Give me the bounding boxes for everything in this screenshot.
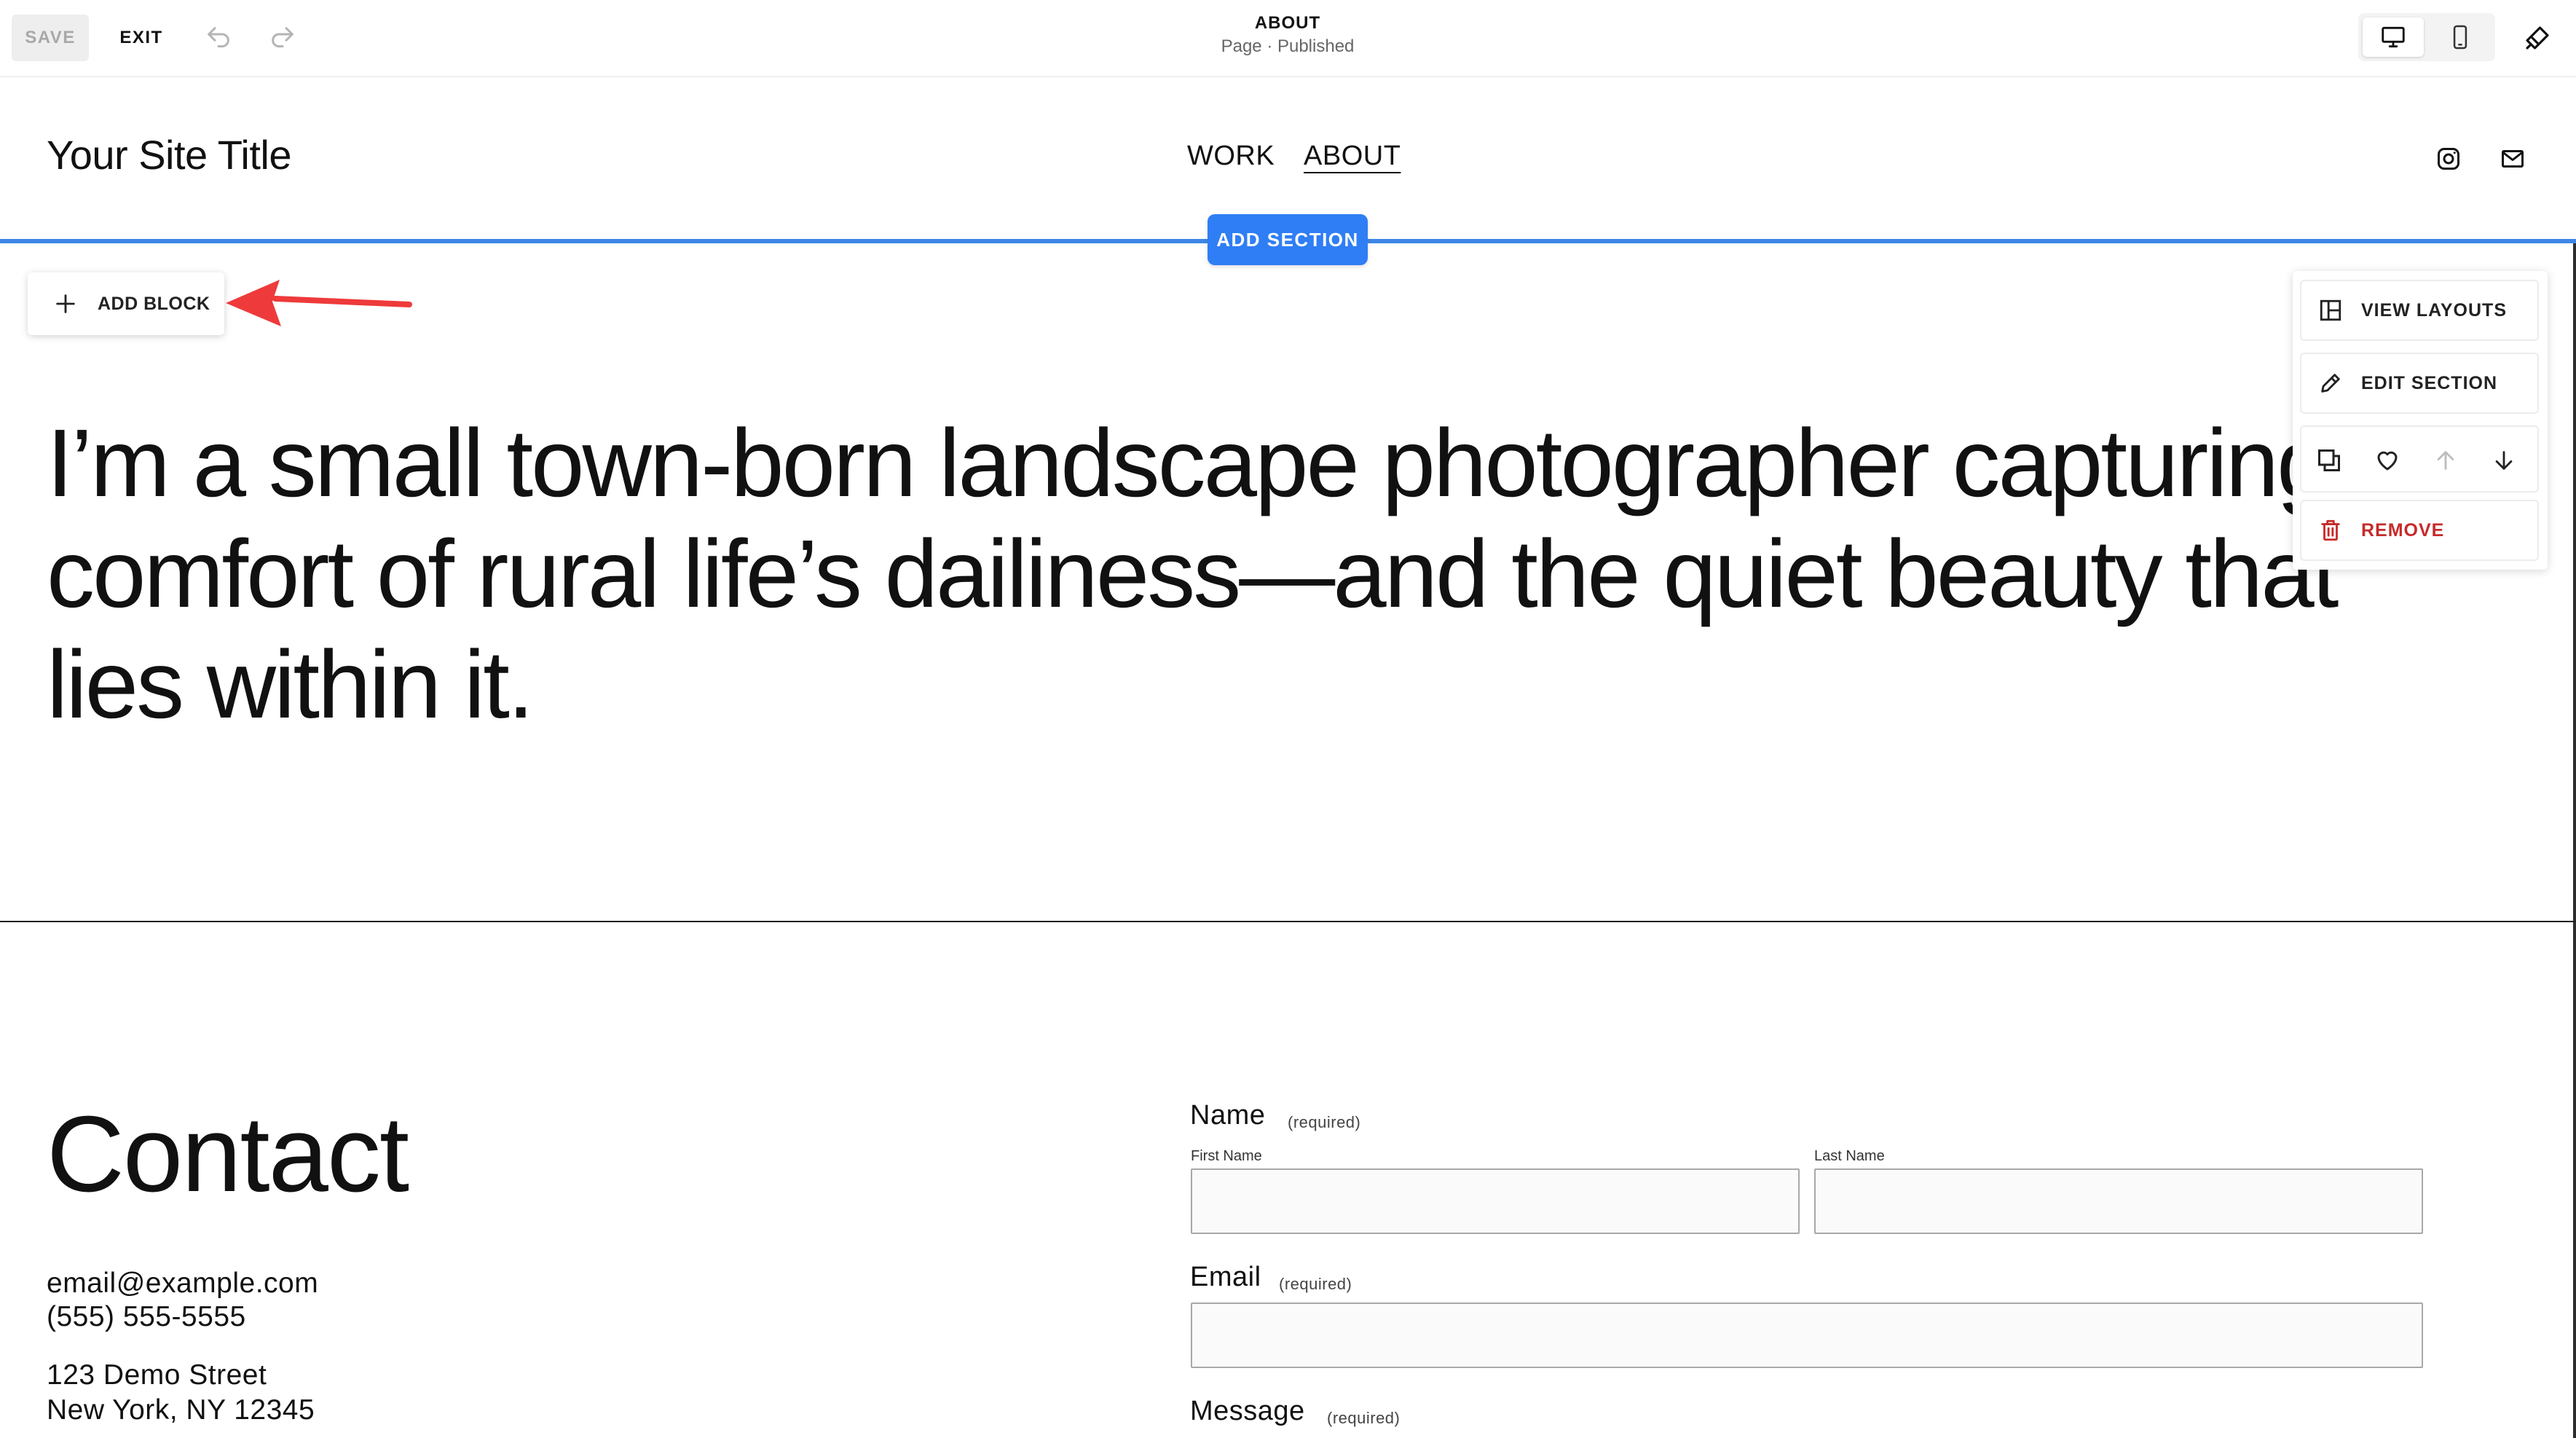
contact-city[interactable]: New York, NY 12345 [47, 1394, 315, 1426]
contact-email[interactable]: email@example.com [47, 1268, 318, 1300]
device-toggle [2358, 13, 2495, 61]
contact-heading[interactable]: Contact [47, 1093, 409, 1217]
add-block-label: ADD BLOCK [98, 293, 210, 314]
instagram-link[interactable] [2433, 143, 2465, 175]
nav-link-about[interactable]: ABOUT [1304, 141, 1401, 172]
email-required-note: (required) [1279, 1275, 1352, 1293]
last-name-input[interactable] [1814, 1168, 2423, 1234]
page-status: Page · Published [1221, 36, 1355, 56]
add-section-button[interactable]: ADD SECTION [1208, 214, 1368, 265]
plus-icon [51, 289, 80, 318]
exit-button[interactable]: EXIT [109, 15, 173, 61]
duplicate-icon[interactable] [2312, 443, 2347, 478]
first-name-input[interactable] [1191, 1168, 1800, 1234]
view-layouts-button[interactable]: VIEW LAYOUTS [2300, 280, 2539, 341]
page-title: ABOUT [1254, 13, 1321, 33]
redo-icon [272, 27, 294, 48]
layout-icon [2315, 294, 2347, 326]
save-button[interactable]: SAVE [12, 15, 89, 61]
section-divider [0, 921, 2576, 922]
last-name-label: Last Name [1814, 1148, 1885, 1164]
section-actions-panel: VIEW LAYOUTS EDIT SECTION REMOVE [2293, 271, 2548, 570]
section-edge-line [2573, 243, 2576, 1438]
contact-street[interactable]: 123 Demo Street [47, 1359, 267, 1391]
site-styles-button[interactable] [2514, 17, 2561, 58]
name-required-note: (required) [1288, 1113, 1361, 1131]
instagram-icon [2438, 148, 2459, 170]
undo-icon [208, 27, 229, 48]
paintbrush-icon [2526, 26, 2549, 50]
add-block-button[interactable]: ADD BLOCK [28, 272, 224, 335]
remove-label: REMOVE [2361, 519, 2445, 541]
first-name-label: First Name [1191, 1148, 1262, 1164]
arrow-up-icon[interactable] [2428, 443, 2463, 478]
message-field-label: Message [1190, 1396, 1305, 1426]
email-link[interactable] [2497, 143, 2529, 175]
section-tools-row [2300, 425, 2539, 492]
editor-toolbar: SAVE EXIT ABOUT Page · Published [0, 0, 2576, 77]
desktop-view-button[interactable] [2363, 17, 2424, 57]
email-input[interactable] [1191, 1303, 2423, 1368]
site-title[interactable]: Your Site Title [47, 131, 291, 178]
undo-button[interactable] [198, 19, 239, 57]
desktop-icon [2382, 26, 2405, 48]
name-field-label: Name [1190, 1100, 1266, 1131]
mail-icon [2502, 150, 2524, 168]
trash-icon [2315, 514, 2347, 546]
view-layouts-label: VIEW LAYOUTS [2361, 299, 2507, 321]
message-required-note: (required) [1327, 1409, 1401, 1427]
mobile-view-button[interactable] [2430, 17, 2491, 57]
pencil-icon [2315, 367, 2347, 399]
nav-link-work[interactable]: WORK [1187, 141, 1275, 172]
remove-section-button[interactable]: REMOVE [2300, 500, 2539, 561]
email-field-label: Email [1190, 1262, 1261, 1292]
hero-text[interactable]: I’m a small town-born landscape photogra… [47, 408, 2494, 740]
edit-section-button[interactable]: EDIT SECTION [2300, 353, 2539, 414]
arrow-down-icon[interactable] [2486, 443, 2521, 478]
heart-icon[interactable] [2370, 443, 2405, 478]
redo-button[interactable] [262, 19, 303, 57]
edit-section-label: EDIT SECTION [2361, 372, 2498, 393]
arrow-annotation-icon [226, 280, 412, 326]
contact-phone[interactable]: (555) 555-5555 [47, 1301, 246, 1333]
mobile-icon [2453, 25, 2467, 50]
